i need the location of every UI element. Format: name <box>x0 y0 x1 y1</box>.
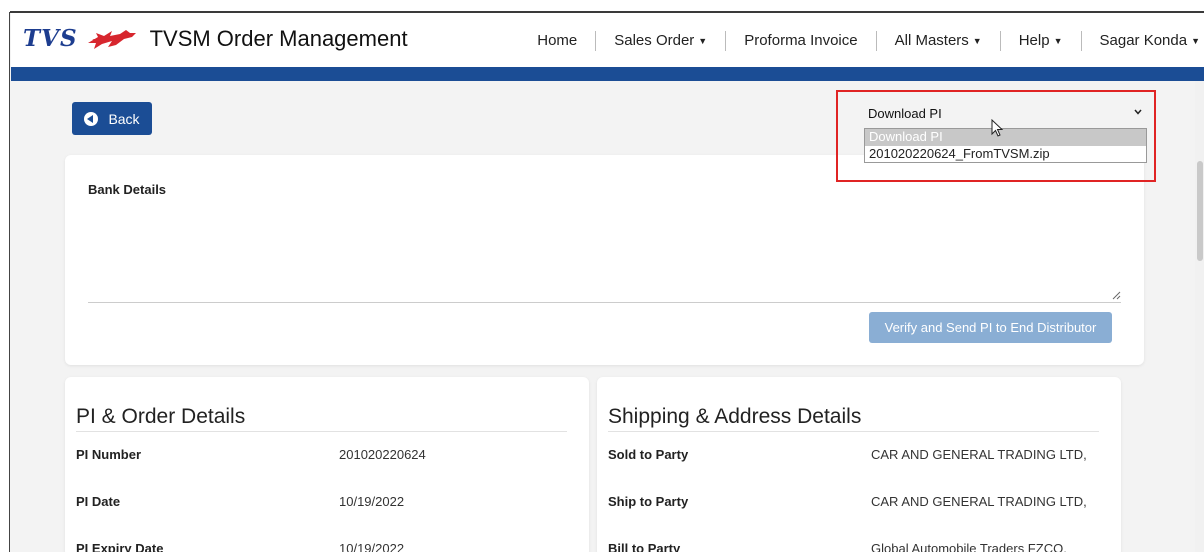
detail-value: 201020220624 <box>339 447 426 462</box>
verify-send-pi-button[interactable]: Verify and Send PI to End Distributor <box>869 312 1112 343</box>
shipping-address-card: Shipping & Address Details Sold to Party… <box>597 377 1121 552</box>
pi-order-details-title: PI & Order Details <box>76 405 246 428</box>
bank-details-title: Bank Details <box>88 182 167 197</box>
nav-help-label: Help <box>1018 32 1050 49</box>
nav-user-menu[interactable]: Sagar Konda ▼ <box>1082 31 1204 51</box>
mouse-cursor-icon <box>991 119 1004 137</box>
nav-home[interactable]: Home <box>519 31 597 52</box>
tvs-logo: TVS <box>23 25 78 52</box>
detail-label: PI Expiry Date <box>76 541 164 552</box>
scrollbar-thumb[interactable] <box>1197 161 1203 261</box>
nav-help[interactable]: Help ▼ <box>1001 31 1082 52</box>
back-button[interactable]: Back <box>72 102 152 135</box>
detail-label: Ship to Party <box>608 494 689 509</box>
detail-value: CAR AND GENERAL TRADING LTD, <box>871 447 1087 462</box>
user-name: Sagar Konda <box>1099 32 1188 49</box>
page-scrollbar[interactable] <box>1195 81 1204 552</box>
caret-down-icon: ▼ <box>1191 36 1200 47</box>
nav-all-masters[interactable]: All Masters ▼ <box>877 31 1001 52</box>
brand[interactable]: TVS TVSM Order Management <box>23 25 408 52</box>
detail-label: Bill to Party <box>608 541 681 552</box>
detail-value: 10/19/2022 <box>339 541 405 552</box>
nav-sales-order[interactable]: Sales Order ▼ <box>596 31 727 52</box>
detail-value: 10/19/2022 <box>339 494 405 509</box>
divider <box>608 431 1099 432</box>
detail-value: Global Automobile Traders FZCO, <box>871 541 1067 552</box>
caret-down-icon: ▼ <box>698 36 708 47</box>
caret-down-icon: ▼ <box>1053 36 1063 47</box>
horse-logo-icon <box>87 29 136 49</box>
back-arrow-icon <box>84 111 99 126</box>
divider <box>76 431 567 432</box>
app-window: TVS TVSM Order Management Home Sales Ord… <box>11 13 1204 552</box>
detail-label: PI Date <box>76 494 121 509</box>
nav-home-label: Home <box>537 32 578 50</box>
detail-label: PI Number <box>76 447 142 462</box>
bank-details-textarea[interactable] <box>88 207 1121 303</box>
pi-order-details-card: PI & Order Details PI Number 20102022062… <box>65 377 589 552</box>
nav-proforma-invoice-label: Proforma Invoice <box>744 32 858 50</box>
shipping-address-title: Shipping & Address Details <box>608 405 862 428</box>
app-title: TVSM Order Management <box>149 25 408 51</box>
detail-label: Sold to Party <box>608 447 689 462</box>
main-nav: Home Sales Order ▼ Proforma Invoice All M… <box>519 31 1204 52</box>
bank-details-card: Bank Details Verify and Send PI to End D… <box>65 155 1144 365</box>
detail-value: CAR AND GENERAL TRADING LTD, <box>871 494 1087 509</box>
nav-sales-order-label: Sales Order <box>614 32 695 49</box>
resize-grip-icon[interactable] <box>1111 290 1121 300</box>
nav-proforma-invoice[interactable]: Proforma Invoice <box>726 31 877 52</box>
nav-all-masters-label: All Masters <box>894 32 969 49</box>
back-button-label: Back <box>108 110 140 127</box>
caret-down-icon: ▼ <box>972 36 982 47</box>
top-navbar: TVS TVSM Order Management Home Sales Ord… <box>11 13 1204 67</box>
screenshot-frame-left <box>0 12 10 552</box>
header-accent-bar <box>11 67 1204 81</box>
